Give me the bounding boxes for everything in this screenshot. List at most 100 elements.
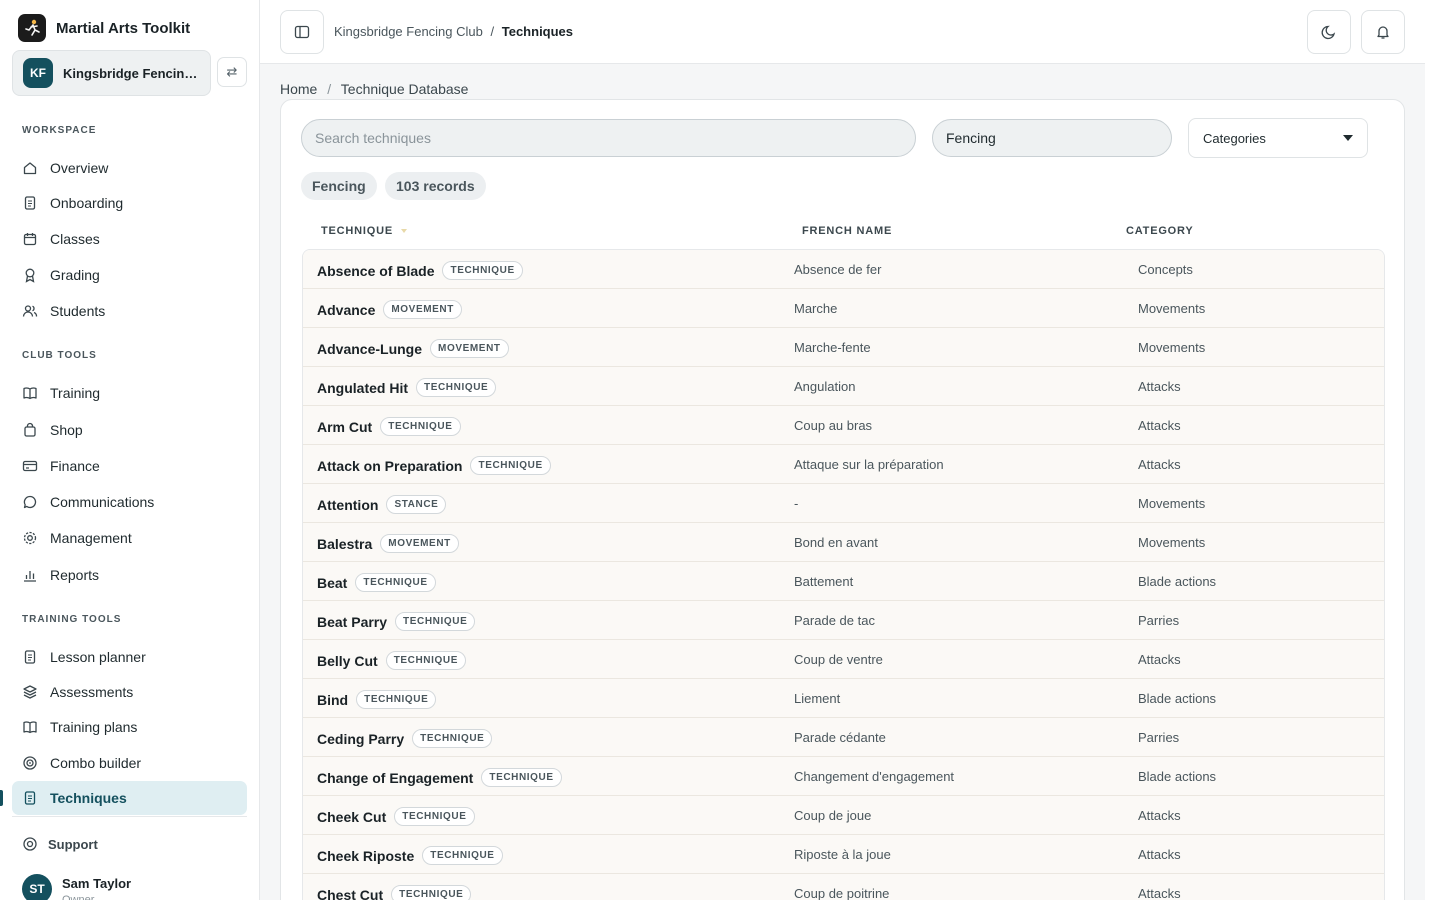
sidebar-item-label: Training xyxy=(50,385,101,401)
sidebar-item-techniques[interactable]: Techniques xyxy=(12,781,247,815)
breadcrumb-home[interactable]: Home xyxy=(280,81,317,97)
switch-club-button[interactable]: ⇄ xyxy=(217,57,247,87)
sidebar-item-label: Classes xyxy=(50,231,100,247)
sidebar-toggle-icon xyxy=(294,25,310,39)
column-header-technique[interactable]: TECHNIQUE xyxy=(321,225,407,237)
type-badge: TECHNIQUE xyxy=(412,729,493,748)
table-row[interactable]: Advance-Lunge MOVEMENT Marche-fente Movemen… xyxy=(303,328,1384,367)
technique-cell: Chest Cut TECHNIQUE xyxy=(317,885,472,900)
brand[interactable]: Martial Arts Toolkit xyxy=(18,14,190,42)
table-row[interactable]: Ceding Parry TECHNIQUE Parade cédante Parri… xyxy=(303,718,1384,757)
table-row[interactable]: Absence of Blade TECHNIQUE Absence de fer C… xyxy=(303,250,1384,289)
book-icon xyxy=(22,719,38,735)
discipline-filter-input[interactable]: Fencing xyxy=(932,119,1172,157)
record-count-chip: 103 records xyxy=(385,172,486,200)
bar-chart-icon xyxy=(22,567,38,583)
table-row[interactable]: Beat TECHNIQUE Battement Blade actions xyxy=(303,562,1384,601)
type-badge: TECHNIQUE xyxy=(442,261,523,280)
category-cell: Blade actions xyxy=(1138,769,1217,784)
sidebar-item-reports[interactable]: Reports xyxy=(12,558,247,592)
sidebar-item-students[interactable]: Students xyxy=(12,294,247,328)
chevron-down-icon xyxy=(1343,135,1353,141)
card-icon xyxy=(22,458,38,474)
sidebar-item-label: Overview xyxy=(50,160,109,176)
theme-toggle-button[interactable] xyxy=(1307,10,1351,54)
sidebar-item-combo-builder[interactable]: Combo builder xyxy=(12,746,247,780)
sidebar-item-assessments[interactable]: Assessments xyxy=(12,675,247,709)
type-badge: TECHNIQUE xyxy=(394,807,475,826)
sidebar-item-grading[interactable]: Grading xyxy=(12,258,247,292)
category-cell: Parries xyxy=(1138,613,1180,628)
sidebar-item-label: Onboarding xyxy=(50,195,124,211)
search-input[interactable] xyxy=(301,119,916,157)
toggle-sidebar-button[interactable] xyxy=(280,10,324,54)
sidebar-item-communications[interactable]: Communications xyxy=(12,485,247,519)
french-name-cell: Coup de joue xyxy=(794,808,872,823)
category-cell: Movements xyxy=(1138,301,1206,316)
chat-icon xyxy=(22,494,38,510)
technique-cell: Angulated Hit TECHNIQUE xyxy=(317,378,497,397)
technique-database-card: Fencing Categories Fencing 103 records T… xyxy=(280,99,1405,900)
scrollbar[interactable] xyxy=(1425,0,1440,900)
target-icon xyxy=(22,755,38,771)
table-row[interactable]: Advance MOVEMENT Marche Movements xyxy=(303,289,1384,328)
club-name: Kingsbridge Fencing Club xyxy=(63,65,200,81)
table-row[interactable]: Chest Cut TECHNIQUE Coup de poitrine Attack… xyxy=(303,874,1384,900)
user-menu[interactable]: ST Sam Taylor Owner xyxy=(22,874,131,900)
sidebar-item-overview[interactable]: Overview xyxy=(12,151,247,185)
french-name-cell: Parade de tac xyxy=(794,613,875,628)
sidebar-item-training[interactable]: Training xyxy=(12,376,247,410)
sidebar-item-management[interactable]: Management xyxy=(12,521,247,555)
technique-name: Cheek Cut xyxy=(317,808,387,825)
brand-logo-icon xyxy=(18,14,46,42)
sidebar-item-label: Students xyxy=(50,303,106,319)
table-row[interactable]: Angulated Hit TECHNIQUE Angulation Attacks xyxy=(303,367,1384,406)
sidebar-item-lesson-planner[interactable]: Lesson planner xyxy=(12,640,247,674)
support-link[interactable]: Support xyxy=(22,836,98,852)
gear-icon xyxy=(22,530,38,546)
french-name-cell: Absence de fer xyxy=(794,262,882,277)
table-row[interactable]: Cheek Cut TECHNIQUE Coup de joue Attacks xyxy=(303,796,1384,835)
bag-icon xyxy=(22,422,38,438)
swap-icon: ⇄ xyxy=(226,64,238,79)
table-row[interactable]: Balestra MOVEMENT Bond en avant Movements xyxy=(303,523,1384,562)
column-header-category[interactable]: CATEGORY xyxy=(1126,225,1194,237)
categories-select[interactable]: Categories xyxy=(1188,118,1368,158)
table-row[interactable]: Bind TECHNIQUE Liement Blade actions xyxy=(303,679,1384,718)
french-name-cell: Attaque sur la préparation xyxy=(794,457,944,472)
user-role: Owner xyxy=(62,894,95,900)
table-row[interactable]: Cheek Riposte TECHNIQUE Riposte à la joue A… xyxy=(303,835,1384,874)
category-cell: Movements xyxy=(1138,496,1206,511)
technique-name: Advance-Lunge xyxy=(317,340,423,357)
club-switcher[interactable]: KF Kingsbridge Fencing Club xyxy=(12,50,211,96)
table-row[interactable]: Attention STANCE - Movements xyxy=(303,484,1384,523)
sidebar-item-shop[interactable]: Shop xyxy=(12,413,247,447)
french-name-cell: Riposte à la joue xyxy=(794,847,891,862)
table-row[interactable]: Attack on Preparation TECHNIQUE Attaque su… xyxy=(303,445,1384,484)
type-badge: TECHNIQUE xyxy=(395,612,476,631)
technique-name: Ceding Parry xyxy=(317,730,405,747)
type-badge: TECHNIQUE xyxy=(470,456,551,475)
technique-cell: Absence of Blade TECHNIQUE xyxy=(317,261,523,280)
user-name: Sam Taylor xyxy=(62,876,132,891)
technique-cell: Balestra MOVEMENT xyxy=(317,534,459,553)
technique-cell: Belly Cut TECHNIQUE xyxy=(317,651,466,670)
type-badge: TECHNIQUE xyxy=(356,690,437,709)
sidebar-item-finance[interactable]: Finance xyxy=(12,449,247,483)
column-header-french-name[interactable]: FRENCH NAME xyxy=(802,225,892,237)
technique-name: Beat Parry xyxy=(317,613,388,630)
technique-cell: Ceding Parry TECHNIQUE xyxy=(317,729,493,748)
sidebar-item-onboarding[interactable]: Onboarding xyxy=(12,186,247,220)
table-row[interactable]: Change of Engagement TECHNIQUE Changement … xyxy=(303,757,1384,796)
sidebar-item-training-plans[interactable]: Training plans xyxy=(12,710,247,744)
type-badge: MOVEMENT xyxy=(430,339,509,358)
table-row[interactable]: Belly Cut TECHNIQUE Coup de ventre Attacks xyxy=(303,640,1384,679)
table-row[interactable]: Beat Parry TECHNIQUE Parade de tac Parries xyxy=(303,601,1384,640)
technique-name: Chest Cut xyxy=(317,886,384,900)
table-row[interactable]: Arm Cut TECHNIQUE Coup au bras Attacks xyxy=(303,406,1384,445)
notifications-button[interactable] xyxy=(1361,10,1405,54)
category-cell: Attacks xyxy=(1138,379,1181,394)
sidebar-item-classes[interactable]: Classes xyxy=(12,222,247,256)
sidebar-item-label: Techniques xyxy=(50,790,127,806)
breadcrumb-club[interactable]: Kingsbridge Fencing Club xyxy=(334,24,483,39)
